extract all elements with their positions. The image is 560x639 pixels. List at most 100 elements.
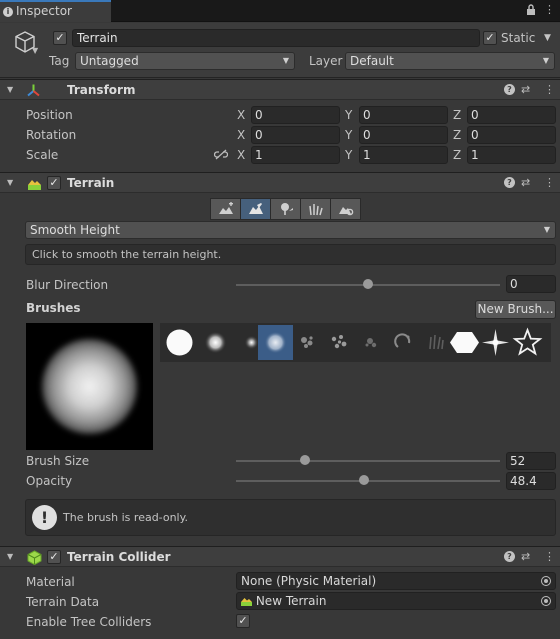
paint-terrain-icon <box>248 203 263 214</box>
layer-value: Default <box>350 54 394 68</box>
opacity-field[interactable]: 48.4 <box>506 472 556 490</box>
brush-noise-3[interactable] <box>354 325 389 360</box>
chevron-down-icon[interactable]: ▼ <box>32 46 38 55</box>
axis-x-label: X <box>237 108 246 122</box>
tool-paint-details[interactable] <box>300 198 331 220</box>
brush-noise-1[interactable] <box>290 325 325 360</box>
terrain-data-object-field[interactable]: New Terrain <box>236 592 556 610</box>
scale-z-field[interactable]: 1 <box>467 146 556 164</box>
paint-mode-dropdown[interactable]: Smooth Height ▼ <box>25 221 556 239</box>
rotation-y-field[interactable]: 0 <box>359 126 448 144</box>
new-brush-button[interactable]: New Brush... <box>475 300 556 319</box>
foldout-arrow-icon[interactable]: ▼ <box>7 85 13 94</box>
tab-inspector[interactable]: i Inspector <box>0 0 111 22</box>
brush-size-slider[interactable] <box>236 460 500 462</box>
position-y-field[interactable]: 0 <box>359 106 448 124</box>
paint-details-icon <box>308 204 323 216</box>
transform-axes-icon <box>27 84 40 97</box>
scale-x-field[interactable]: 1 <box>251 146 340 164</box>
position-label: Position <box>26 108 73 122</box>
object-picker-icon[interactable] <box>541 596 551 606</box>
layer-dropdown[interactable]: Default ▼ <box>345 52 555 70</box>
object-picker-icon[interactable] <box>541 576 551 586</box>
opacity-slider-thumb[interactable] <box>358 475 369 485</box>
readonly-info-box: ! The brush is read-only. <box>25 499 556 536</box>
blur-direction-field[interactable]: 0 <box>506 275 556 293</box>
terrain-tool-strip <box>210 198 361 220</box>
foldout-arrow-icon[interactable]: ▼ <box>7 552 13 561</box>
gameobject-header: ▼ ✓ Terrain ✓ Static ▼ Tag Untagged ▼ La… <box>0 23 560 78</box>
help-icon[interactable]: ? <box>504 84 515 95</box>
warning-icon: ! <box>32 505 57 530</box>
terrain-collider-component-header[interactable]: ▼ ✓ Terrain Collider ? ⇄ ⋮ <box>0 546 560 567</box>
active-checkbox[interactable]: ✓ <box>53 31 67 45</box>
terrain-collider-enabled-checkbox[interactable]: ✓ <box>47 550 61 564</box>
brush-star-burst[interactable] <box>478 325 513 360</box>
info-icon: i <box>3 7 13 17</box>
kebab-menu-icon[interactable]: ⋮ <box>544 4 555 16</box>
transform-component-header[interactable]: ▼ Transform ? ⇄ ⋮ <box>0 79 560 100</box>
static-checkbox[interactable]: ✓ <box>483 31 497 45</box>
brush-grid <box>160 323 551 362</box>
brush-size-field[interactable]: 52 <box>506 452 556 470</box>
collider-cube-icon <box>27 550 42 565</box>
brush-size-slider-thumb[interactable] <box>299 455 310 465</box>
paint-mode-value: Smooth Height <box>30 223 120 237</box>
terrain-data-label: Terrain Data <box>26 595 100 609</box>
presets-icon[interactable]: ⇄ <box>521 83 530 97</box>
axis-z-label: Z <box>453 128 462 142</box>
mode-description: Click to smooth the terrain height. <box>25 244 556 265</box>
axis-x-label: X <box>237 148 246 162</box>
enable-tree-colliders-checkbox[interactable]: ✓ <box>236 614 250 628</box>
gameobject-name-field[interactable]: Terrain <box>72 29 480 47</box>
brush-hexagon[interactable] <box>447 325 482 360</box>
kebab-menu-icon[interactable]: ⋮ <box>544 83 555 97</box>
terrain-data-icon <box>241 598 252 606</box>
brush-noise-2[interactable] <box>322 325 357 360</box>
material-object-field[interactable]: None (Physic Material) <box>236 572 556 590</box>
terrain-enabled-checkbox[interactable]: ✓ <box>47 176 61 190</box>
static-label: Static <box>501 31 536 45</box>
brush-preview-image <box>42 339 137 434</box>
terrain-icon <box>28 180 41 190</box>
brush-preview <box>26 323 153 450</box>
help-icon[interactable]: ? <box>504 177 515 188</box>
chevron-down-icon: ▼ <box>282 56 289 65</box>
star-outline-icon[interactable] <box>510 325 545 360</box>
scale-y-field[interactable]: 1 <box>359 146 448 164</box>
tool-terrain-settings[interactable] <box>330 198 361 220</box>
tag-dropdown[interactable]: Untagged ▼ <box>75 52 295 70</box>
tool-create-neighbor[interactable] <box>210 198 241 220</box>
blur-direction-slider-thumb[interactable] <box>363 279 373 289</box>
rotation-x-field[interactable]: 0 <box>251 126 340 144</box>
opacity-label: Opacity <box>26 474 73 488</box>
brushes-label: Brushes <box>26 301 81 315</box>
brush-swirl[interactable] <box>386 325 421 360</box>
create-neighbor-terrains-icon <box>218 202 233 214</box>
tool-paint-terrain[interactable] <box>240 198 271 220</box>
axis-x-label: X <box>237 128 246 142</box>
scale-label: Scale <box>26 148 59 162</box>
rotation-z-field[interactable]: 0 <box>467 126 556 144</box>
terrain-component-header[interactable]: ▼ ✓ Terrain ? ⇄ ⋮ <box>0 172 560 193</box>
constrain-proportions-icon[interactable] <box>214 149 228 160</box>
static-dropdown-icon[interactable]: ▼ <box>544 30 551 46</box>
brush-soft-medium[interactable] <box>198 325 233 360</box>
paint-trees-icon <box>280 203 293 215</box>
axis-y-label: Y <box>345 108 353 122</box>
lock-icon[interactable] <box>526 4 536 19</box>
tag-value: Untagged <box>80 54 139 68</box>
position-x-field[interactable]: 0 <box>251 106 340 124</box>
layer-label: Layer <box>309 54 343 68</box>
foldout-arrow-icon[interactable]: ▼ <box>7 178 13 187</box>
presets-icon[interactable]: ⇄ <box>521 176 530 190</box>
kebab-menu-icon[interactable]: ⋮ <box>544 176 555 190</box>
brush-cloud-selected[interactable] <box>258 325 293 360</box>
brush-hard-circle[interactable] <box>162 325 197 360</box>
tool-paint-trees[interactable] <box>270 198 301 220</box>
help-icon[interactable]: ? <box>504 551 515 562</box>
kebab-menu-icon[interactable]: ⋮ <box>544 550 555 564</box>
position-z-field[interactable]: 0 <box>467 106 556 124</box>
enable-tree-colliders-label: Enable Tree Colliders <box>26 615 152 629</box>
presets-icon[interactable]: ⇄ <box>521 550 530 564</box>
